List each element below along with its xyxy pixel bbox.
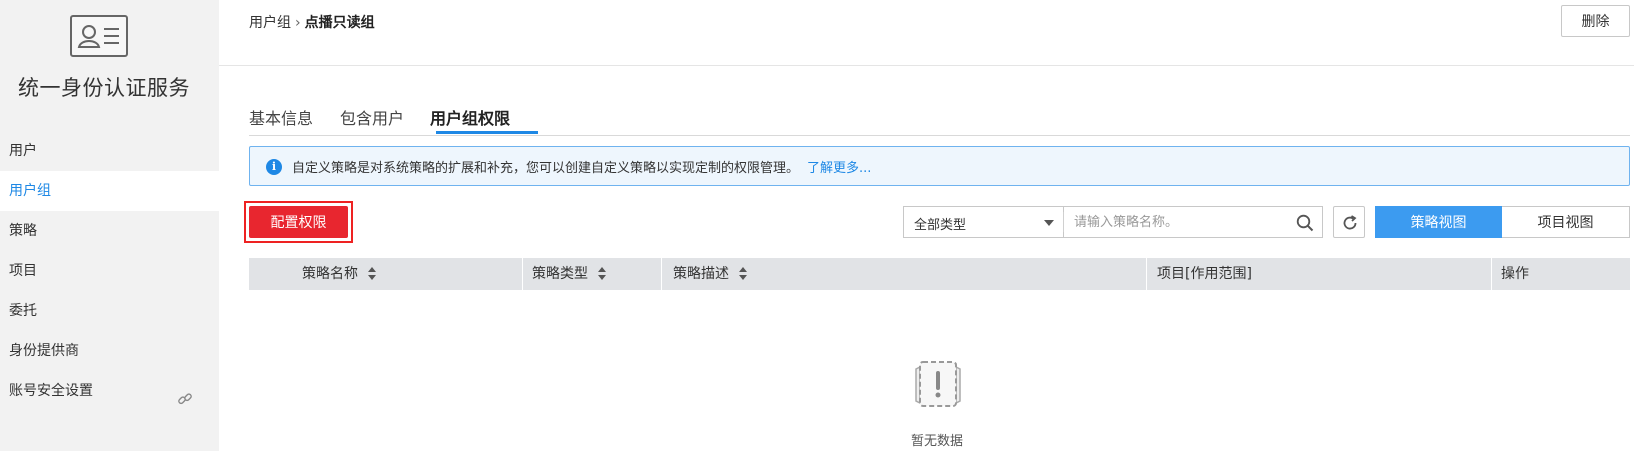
empty-data-icon: [910, 359, 966, 411]
info-banner: i 自定义策略是对系统策略的扩展和补充，您可以创建自定义策略以实现定制的权限管理…: [249, 146, 1630, 186]
id-card-icon: [70, 15, 128, 57]
column-header-label: 策略名称: [302, 266, 358, 282]
sidebar-nav: 用户 用户组 策略 项目 委托 身份提供商 账号安全设置: [0, 131, 219, 411]
sort-icon[interactable]: [598, 267, 606, 281]
sidebar-item-label: 身份提供商: [9, 343, 79, 359]
sidebar-item-user-groups[interactable]: 用户组: [0, 171, 219, 211]
sort-icon[interactable]: [739, 267, 747, 281]
tab-basic-info[interactable]: 基本信息: [249, 105, 313, 129]
column-divider: [522, 258, 523, 290]
breadcrumb: 用户组 › 点播只读组: [249, 12, 375, 32]
delete-button[interactable]: 删除: [1561, 5, 1630, 37]
refresh-button[interactable]: [1333, 206, 1365, 238]
refresh-icon: [1343, 215, 1357, 230]
search-box: [1063, 206, 1323, 238]
breadcrumb-current: 点播只读组: [304, 15, 375, 31]
search-icon[interactable]: [1296, 214, 1314, 232]
sidebar-item-label: 账号安全设置: [9, 383, 93, 399]
config-button-highlight: 配置权限: [244, 201, 353, 243]
sidebar-item-label: 用户组: [9, 183, 51, 199]
sidebar-item-users[interactable]: 用户: [0, 131, 219, 171]
tab-group-permissions[interactable]: 用户组权限: [430, 105, 510, 129]
sidebar-item-label: 用户: [9, 143, 37, 159]
empty-state-text: 暂无数据: [911, 434, 964, 449]
tab-members[interactable]: 包含用户: [340, 105, 404, 129]
app-title: 统一身份认证服务: [18, 76, 190, 100]
column-header-actions: 操作: [1501, 266, 1529, 282]
column-header-project-scope: 项目[作用范围]: [1157, 266, 1252, 282]
column-divider: [1491, 258, 1492, 290]
sidebar-item-identity-providers[interactable]: 身份提供商: [0, 331, 219, 371]
sidebar-item-policies[interactable]: 策略: [0, 211, 219, 251]
chevron-down-icon: [1044, 220, 1054, 226]
project-view-button[interactable]: 项目视图: [1502, 206, 1630, 238]
sidebar-item-label: 委托: [9, 303, 37, 319]
breadcrumb-separator: ›: [295, 15, 301, 31]
table-header: 策略名称 策略类型 策略描述 项目[作用范围] 操作: [249, 258, 1630, 290]
info-text-wrap: 自定义策略是对系统策略的扩展和补充，您可以创建自定义策略以实现定制的权限管理。了…: [292, 157, 871, 176]
policy-type-select[interactable]: 全部类型: [903, 206, 1063, 238]
breadcrumb-parent[interactable]: 用户组: [249, 15, 291, 31]
learn-more-link[interactable]: 了解更多...: [807, 161, 871, 176]
column-divider: [661, 258, 662, 290]
config-permissions-button[interactable]: 配置权限: [249, 206, 348, 238]
link-icon: [177, 383, 193, 405]
header-divider: [219, 65, 1634, 66]
column-divider: [1146, 258, 1147, 290]
sidebar-item-label: 策略: [9, 223, 37, 239]
sidebar-item-label: 项目: [9, 263, 37, 279]
policy-view-button[interactable]: 策略视图: [1375, 206, 1502, 238]
column-header-policy-type[interactable]: 策略类型: [532, 258, 606, 290]
sort-icon[interactable]: [368, 267, 376, 281]
column-header-policy-description[interactable]: 策略描述: [673, 258, 747, 290]
sidebar-item-projects[interactable]: 项目: [0, 251, 219, 291]
view-toggle: 策略视图 项目视图: [1375, 206, 1630, 238]
column-header-label: 策略描述: [673, 266, 729, 282]
select-search-divider: [1063, 212, 1064, 232]
sidebar-item-account-security[interactable]: 账号安全设置: [0, 371, 219, 411]
info-icon: i: [266, 159, 282, 175]
policy-search-input[interactable]: [1074, 212, 1289, 232]
policy-type-value: 全部类型: [914, 218, 967, 233]
column-header-policy-name[interactable]: 策略名称: [302, 258, 376, 290]
sidebar-item-agencies[interactable]: 委托: [0, 291, 219, 331]
column-header-label: 策略类型: [532, 266, 588, 282]
info-text: 自定义策略是对系统策略的扩展和补充，您可以创建自定义策略以实现定制的权限管理。: [292, 161, 800, 176]
active-tab-indicator: [436, 131, 538, 134]
sidebar: 统一身份认证服务 用户 用户组 策略 项目 委托 身份提供商 账号安全设置: [0, 0, 219, 451]
